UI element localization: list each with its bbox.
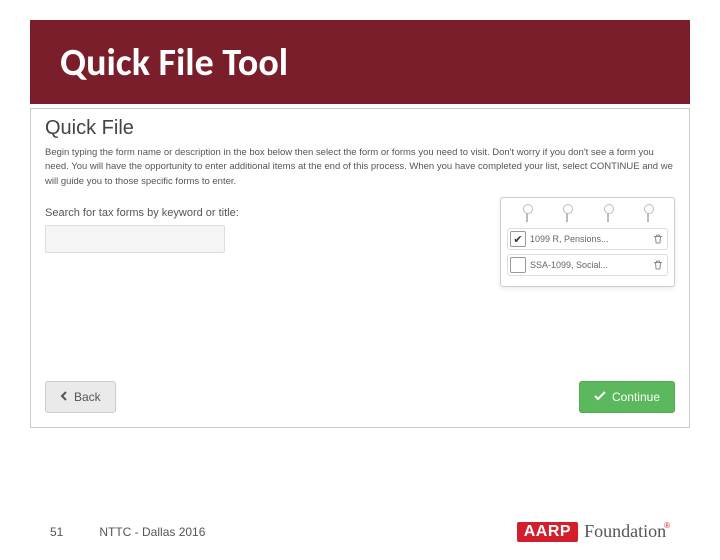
button-row: Back Continue	[45, 381, 675, 413]
check-icon	[594, 390, 606, 404]
form-label: 1099 R, Pensions...	[530, 234, 647, 244]
form-checkbox[interactable]	[510, 231, 526, 247]
chevron-left-icon	[60, 390, 68, 404]
continue-button[interactable]: Continue	[579, 381, 675, 413]
continue-label: Continue	[612, 390, 660, 404]
handle-icon	[566, 210, 568, 222]
trash-icon[interactable]	[651, 258, 665, 272]
form-label: SSA-1099, Social...	[530, 260, 647, 270]
panel-description: Begin typing the form name or descriptio…	[45, 146, 675, 189]
footer-text: NTTC - Dallas 2016	[99, 525, 205, 539]
handle-icon	[526, 210, 528, 222]
back-label: Back	[74, 390, 101, 404]
trash-icon[interactable]	[651, 232, 665, 246]
back-button[interactable]: Back	[45, 381, 116, 413]
handle-icon	[607, 210, 609, 222]
registered-mark: ®	[664, 521, 670, 530]
slide-footer: 51 NTTC - Dallas 2016 AARP Foundation®	[0, 521, 720, 542]
handle-icon	[647, 210, 649, 222]
aarp-mark: AARP	[517, 522, 578, 542]
selected-forms-popup: 1099 R, Pensions... SSA-1099, Social...	[500, 197, 675, 287]
slide-title-bar: Quick File Tool	[30, 20, 690, 104]
foundation-text: Foundation	[584, 521, 666, 541]
drag-handles	[507, 204, 668, 222]
panel-title: Quick File	[45, 117, 675, 140]
quick-file-panel: Quick File Begin typing the form name or…	[30, 108, 690, 428]
form-row: 1099 R, Pensions...	[507, 228, 668, 250]
page-number: 51	[50, 525, 63, 539]
form-row: SSA-1099, Social...	[507, 254, 668, 276]
slide-title: Quick File Tool	[60, 40, 660, 86]
search-input[interactable]	[45, 225, 225, 253]
form-checkbox[interactable]	[510, 257, 526, 273]
aarp-foundation-logo: AARP Foundation®	[517, 521, 670, 542]
